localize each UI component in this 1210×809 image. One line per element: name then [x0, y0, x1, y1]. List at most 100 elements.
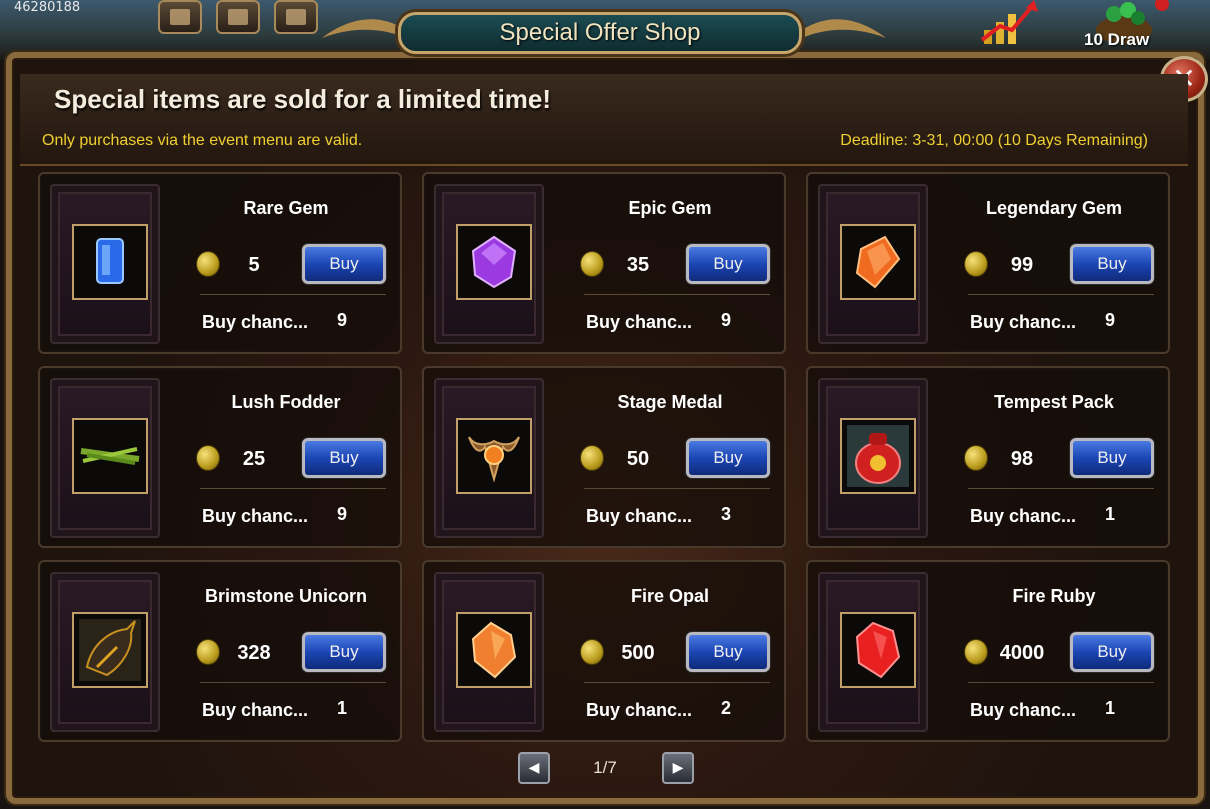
divider [968, 488, 1154, 489]
medal-icon[interactable] [456, 418, 532, 494]
divider [968, 294, 1154, 295]
divider [584, 682, 770, 683]
shop-item-card: Lush Fodder 25 Buy Buy chanc... 9 [38, 366, 402, 548]
purchase-note: Only purchases via the event menu are va… [42, 132, 363, 149]
item-name: Rare Gem [243, 198, 329, 218]
coin-icon [196, 445, 220, 471]
arrow-right-icon: ▶ [672, 760, 684, 776]
arrow-left-icon: ◀ [528, 760, 540, 776]
item-name: Brimstone Unicorn [204, 586, 368, 606]
coin-icon [964, 251, 988, 277]
item-name: Fire Opal [630, 586, 710, 606]
divider [584, 294, 770, 295]
fire-ruby-icon[interactable] [840, 612, 916, 688]
divider [200, 682, 386, 683]
shop-item-card: Epic Gem 35 Buy Buy chanc... 9 [422, 172, 786, 354]
shop-item-card: Fire Opal 500 Buy Buy chanc... 2 [422, 560, 786, 742]
buy-chance-value: 1 [336, 698, 347, 718]
buy-chance-value: 9 [720, 310, 731, 330]
item-name: Lush Fodder [231, 392, 341, 412]
buy-chance-value: 1 [1104, 698, 1115, 718]
shop-item-card: Brimstone Unicorn 328 Buy Buy chanc... 1 [38, 560, 402, 742]
fire-opal-icon[interactable] [456, 612, 532, 688]
page-indicator: 1/7 [593, 758, 617, 777]
deadline: Deadline: 3-31, 00:00 (10 Days Remaining… [840, 132, 1148, 149]
menu-icon-1[interactable] [158, 0, 202, 34]
gear-icon [228, 9, 248, 25]
shop-item-card: Legendary Gem 99 Buy Buy chanc... 9 [806, 172, 1170, 354]
buy-button[interactable]: Buy [302, 438, 386, 478]
shop-grid: Rare Gem 5 Buy Buy chanc... 9 Epic Gem 3… [38, 172, 1172, 742]
rare-gem-icon[interactable] [72, 224, 148, 300]
buy-chance-label: Buy chanc... [202, 312, 309, 332]
shop-item-card: Fire Ruby 4000 Buy Buy chanc... 1 [806, 560, 1170, 742]
buy-chance-label: Buy chanc... [586, 506, 693, 526]
buy-button[interactable]: Buy [302, 244, 386, 284]
divider [200, 294, 386, 295]
epic-gem-icon[interactable] [456, 224, 532, 300]
headline: Special items are sold for a limited tim… [54, 84, 552, 114]
prev-page-button[interactable]: ◀ [518, 752, 550, 784]
coin-icon [196, 251, 220, 277]
buy-chance-value: 1 [1104, 504, 1115, 524]
coin-icon [196, 639, 220, 665]
title-ornament-left-icon [322, 19, 406, 38]
next-page-button[interactable]: ▶ [662, 752, 694, 784]
divider [200, 488, 386, 489]
buy-button[interactable]: Buy [1070, 438, 1154, 478]
title-plate: Special Offer Shop [398, 12, 802, 54]
fodder-icon[interactable] [72, 418, 148, 494]
item-name: Legendary Gem [985, 198, 1123, 218]
item-name: Stage Medal [617, 392, 723, 412]
coin-icon [964, 445, 988, 471]
buy-button[interactable]: Buy [686, 244, 770, 284]
trend-up-icon[interactable] [980, 0, 1040, 48]
buy-button[interactable]: Buy [686, 438, 770, 478]
menu-icon-3[interactable] [274, 0, 318, 34]
item-price: 98 [1010, 448, 1034, 470]
legendary-gem-icon[interactable] [840, 224, 916, 300]
divider [968, 682, 1154, 683]
buy-chance-value: 3 [720, 504, 731, 524]
buy-chance-label: Buy chanc... [970, 700, 1077, 720]
shop-item-card: Rare Gem 5 Buy Buy chanc... 9 [38, 172, 402, 354]
buy-chance-value: 9 [1104, 310, 1115, 330]
buy-button[interactable]: Buy [302, 632, 386, 672]
pagination: ◀ 1/7 ▶ [0, 752, 1210, 788]
coin-icon [580, 251, 604, 277]
buy-chance-value: 9 [336, 310, 347, 330]
buy-chance-label: Buy chanc... [586, 700, 693, 720]
title-ornament-right-icon [802, 19, 886, 38]
buy-chance-label: Buy chanc... [586, 312, 693, 332]
item-price: 35 [626, 254, 650, 276]
panel-icon [170, 9, 190, 25]
coin-icon [580, 445, 604, 471]
item-price: 500 [621, 642, 655, 664]
item-price: 328 [237, 642, 271, 664]
item-name: Epic Gem [628, 198, 712, 218]
item-price: 50 [626, 448, 650, 470]
buy-button[interactable]: Buy [686, 632, 770, 672]
draw-label: 10 Draw [1084, 30, 1150, 49]
buy-chance-value: 2 [720, 698, 731, 718]
shop-item-card: Stage Medal 50 Buy Buy chanc... 3 [422, 366, 786, 548]
coin-icon [580, 639, 604, 665]
divider [584, 488, 770, 489]
item-price: 99 [1010, 254, 1034, 276]
buy-chance-label: Buy chanc... [970, 506, 1077, 526]
item-name: Tempest Pack [994, 392, 1114, 412]
item-price: 4000 [999, 642, 1045, 664]
pack-icon[interactable] [840, 418, 916, 494]
player-id: 46280188 [14, 0, 81, 15]
book-icon [286, 9, 306, 25]
buy-button[interactable]: Buy [1070, 244, 1154, 284]
buy-chance-value: 9 [336, 504, 347, 524]
unicorn-icon[interactable] [72, 612, 148, 688]
shop-item-card: Tempest Pack 98 Buy Buy chanc... 1 [806, 366, 1170, 548]
window-title: Special Offer Shop [499, 19, 701, 46]
shop-header: Special items are sold for a limited tim… [20, 74, 1188, 166]
item-price: 25 [242, 448, 266, 470]
buy-chance-label: Buy chanc... [202, 700, 309, 720]
buy-button[interactable]: Buy [1070, 632, 1154, 672]
menu-icon-2[interactable] [216, 0, 260, 34]
